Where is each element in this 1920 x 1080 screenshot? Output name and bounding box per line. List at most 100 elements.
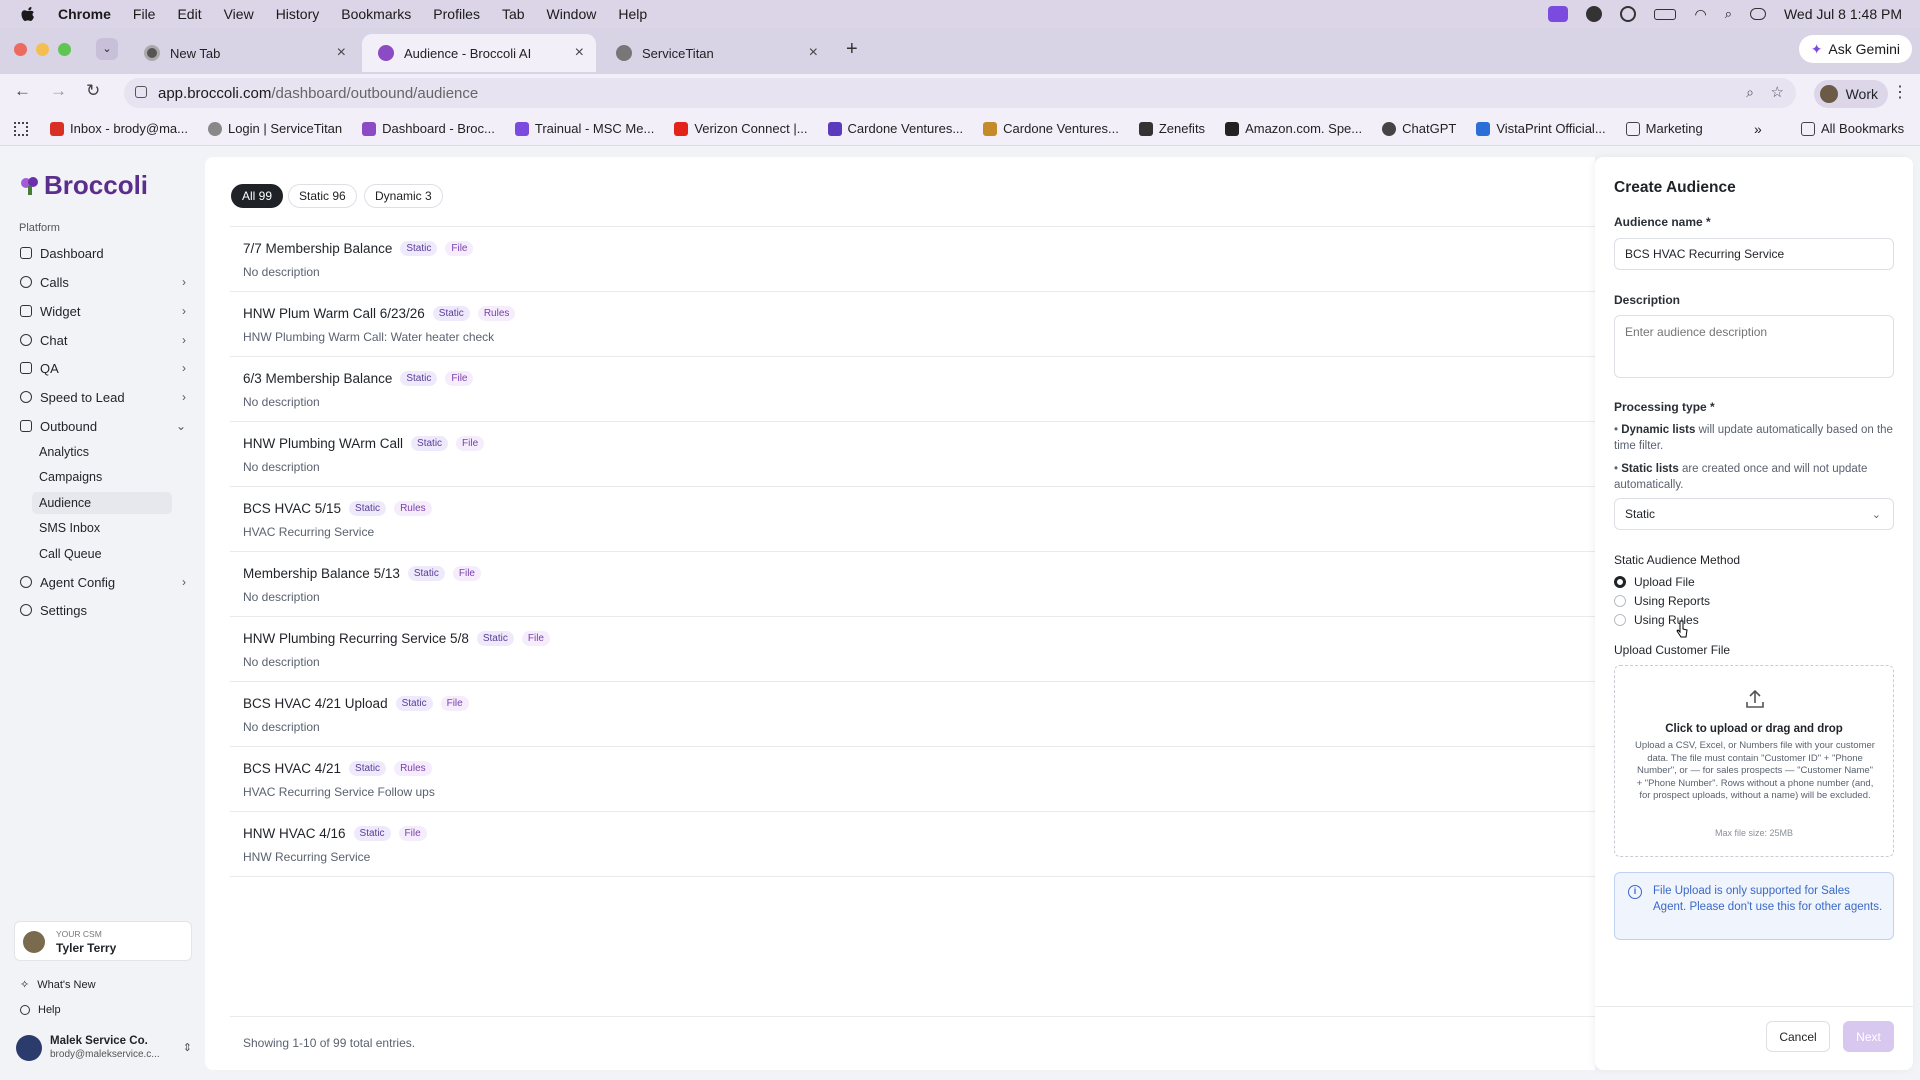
tab-new-tab[interactable]: New Tab × <box>128 34 358 72</box>
audience-name: Membership Balance 5/13 <box>243 566 400 581</box>
menu-profiles[interactable]: Profiles <box>433 6 480 22</box>
forward-icon[interactable]: → <box>50 81 67 101</box>
bookmark-item[interactable]: Verizon Connect |... <box>674 121 808 136</box>
filter-all[interactable]: All 99 <box>231 184 284 208</box>
menu-app-chrome[interactable]: Chrome <box>58 6 111 22</box>
profile-chip[interactable]: Work <box>1813 80 1888 108</box>
bookmark-star-icon[interactable]: ☆ <box>1771 83 1784 101</box>
subnav-audience[interactable]: Audience <box>32 492 172 514</box>
spotlight-search-icon[interactable]: ⌕ <box>1725 6 1732 22</box>
apps-grid-icon[interactable] <box>14 121 28 136</box>
all-bookmarks-folder[interactable]: All Bookmarks <box>1801 121 1904 136</box>
close-icon[interactable]: × <box>337 44 346 62</box>
bookmark-item[interactable]: Cardone Ventures... <box>827 121 963 136</box>
more-bookmarks-icon[interactable]: » <box>1754 121 1762 137</box>
tab-audience[interactable]: Audience - Broccoli AI × <box>362 34 596 72</box>
bookmark-item[interactable]: Dashboard - Broc... <box>362 121 495 136</box>
table-row[interactable]: HNW Plum Warm Call 6/23/26 Static Rules HNW… <box>230 291 1595 356</box>
radio-upload-file[interactable]: Upload File <box>1614 575 1695 589</box>
whats-new-link[interactable]: ✧ What's New <box>20 978 96 992</box>
bookmark-item[interactable]: Login | ServiceTitan <box>207 121 342 136</box>
filter-static[interactable]: Static 96 <box>288 184 357 208</box>
battery-icon[interactable] <box>1654 8 1677 20</box>
next-button[interactable]: Next <box>1843 1021 1894 1052</box>
file-dropzone[interactable]: Click to upload or drag and drop Upload … <box>1614 665 1894 857</box>
bookmark-item[interactable]: ChatGPT <box>1382 121 1456 136</box>
window-zoom-button[interactable] <box>58 43 71 56</box>
label-text: Processing type <box>1614 400 1707 414</box>
sidebar-item-calls[interactable]: Calls › <box>14 270 192 294</box>
subnav-analytics[interactable]: Analytics <box>32 441 172 463</box>
bookmark-item[interactable]: Inbox - brody@ma... <box>50 121 188 136</box>
subnav-sms-inbox[interactable]: SMS Inbox <box>32 517 172 539</box>
sidebar-item-agent-config[interactable]: Agent Config › <box>14 570 192 594</box>
sidebar-item-qa[interactable]: QA › <box>14 356 192 380</box>
subnav-call-queue[interactable]: Call Queue <box>32 543 172 565</box>
bookmark-item[interactable]: Trainual - MSC Me... <box>514 121 654 136</box>
sidebar-item-dashboard[interactable]: Dashboard <box>14 241 192 265</box>
grammarly-icon[interactable] <box>1586 6 1603 22</box>
table-row[interactable]: BCS HVAC 4/21 Upload Static File No descrip… <box>230 681 1595 746</box>
sidebar-item-settings[interactable]: Settings <box>14 598 192 622</box>
audience-name-input[interactable] <box>1614 238 1894 270</box>
tab-search-button[interactable]: ⌄ <box>96 38 118 60</box>
reload-icon[interactable]: ↻ <box>86 81 100 101</box>
table-row[interactable]: 7/7 Membership Balance Static File No descr… <box>230 226 1595 291</box>
bookmark-label: Dashboard - Broc... <box>382 121 495 136</box>
sidebar-item-chat[interactable]: Chat › <box>14 328 192 352</box>
sidebar-item-speed-to-lead[interactable]: Speed to Lead › <box>14 385 192 409</box>
table-row[interactable]: 6/3 Membership Balance Static File No descr… <box>230 356 1595 421</box>
menu-edit[interactable]: Edit <box>177 6 201 22</box>
help-link[interactable]: Help <box>20 1004 61 1016</box>
bookmark-folder[interactable]: Marketing <box>1625 121 1703 136</box>
subnav-campaigns[interactable]: Campaigns <box>32 466 172 488</box>
broccoli-logo[interactable]: Broccoli <box>20 170 148 201</box>
sidebar-item-widget[interactable]: Widget › <box>14 299 192 323</box>
description-textarea[interactable] <box>1614 315 1894 378</box>
menubar-clock[interactable]: Wed Jul 8 1:48 PM <box>1784 6 1902 22</box>
menu-history[interactable]: History <box>276 6 320 22</box>
menu-help[interactable]: Help <box>618 6 647 22</box>
ask-gemini-button[interactable]: ✦ Ask Gemini <box>1798 35 1912 63</box>
radio-using-reports[interactable]: Using Reports <box>1614 594 1710 608</box>
tab-servicetitan[interactable]: ServiceTitan × <box>600 34 830 72</box>
ask-gemini-label: Ask Gemini <box>1828 41 1900 57</box>
table-row[interactable]: BCS HVAC 5/15 Static Rules HVAC Recurring S… <box>230 486 1595 551</box>
bookmark-item[interactable]: Zenefits <box>1138 121 1205 136</box>
processing-type-select[interactable]: Static ⌄ <box>1614 498 1894 530</box>
cancel-button[interactable]: Cancel <box>1766 1021 1830 1052</box>
table-row[interactable]: HNW HVAC 4/16 Static File HNW Recurring Ser… <box>230 811 1595 876</box>
sync-icon[interactable] <box>1620 6 1637 22</box>
menu-file[interactable]: File <box>133 6 156 22</box>
new-tab-button[interactable]: + <box>846 38 858 61</box>
window-minimize-button[interactable] <box>36 43 49 56</box>
screen-share-icon[interactable] <box>1548 6 1569 22</box>
site-info-icon[interactable] <box>135 86 147 98</box>
menu-view[interactable]: View <box>224 6 254 22</box>
table-row[interactable]: HNW Plumbing WArm Call Static File No descr… <box>230 421 1595 486</box>
wifi-icon[interactable]: ◠ <box>1694 6 1706 23</box>
bookmark-item[interactable]: VistaPrint Official... <box>1476 121 1606 136</box>
zoom-icon[interactable]: ⌕ <box>1746 84 1754 101</box>
apple-icon[interactable] <box>20 6 36 22</box>
address-bar[interactable]: app.broccoli.com/dashboard/outbound/audi… <box>124 78 1796 108</box>
menu-tab[interactable]: Tab <box>502 6 525 22</box>
sidebar-item-outbound[interactable]: Outbound ⌄ <box>14 414 192 438</box>
audience-name: 7/7 Membership Balance <box>243 241 393 256</box>
window-close-button[interactable] <box>14 43 27 56</box>
table-row[interactable]: Membership Balance 5/13 Static File No desc… <box>230 551 1595 616</box>
menu-bookmarks[interactable]: Bookmarks <box>341 6 411 22</box>
back-icon[interactable]: ← <box>14 81 31 101</box>
control-center-icon[interactable] <box>1749 8 1766 20</box>
table-row[interactable]: BCS HVAC 4/21 Static Rules HVAC Recurring S… <box>230 746 1595 811</box>
filter-dynamic[interactable]: Dynamic 3 <box>364 184 443 208</box>
chrome-menu-icon[interactable]: ⋮ <box>1892 82 1908 102</box>
csm-card[interactable]: YOUR CSM Tyler Terry <box>14 921 192 961</box>
bookmark-item[interactable]: Cardone Ventures... <box>983 121 1119 136</box>
organization-switcher[interactable]: Malek Service Co. brody@malekservice.c..… <box>16 1033 192 1063</box>
table-row[interactable]: HNW Plumbing Recurring Service 5/8 Static… <box>230 616 1595 681</box>
bookmark-item[interactable]: Amazon.com. Spe... <box>1225 121 1362 136</box>
close-icon[interactable]: × <box>809 44 818 62</box>
menu-window[interactable]: Window <box>547 6 597 22</box>
close-icon[interactable]: × <box>575 44 584 62</box>
